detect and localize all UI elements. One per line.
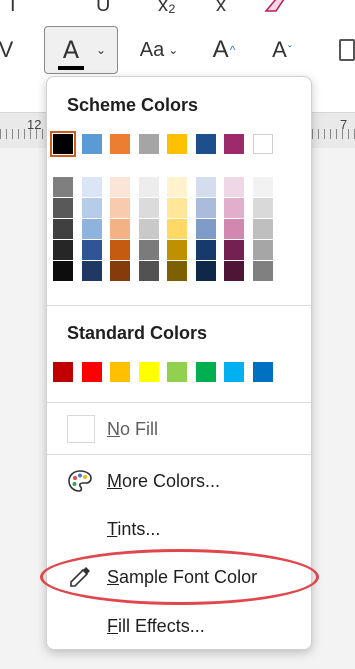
grow-font-button[interactable]: A ^ xyxy=(204,26,244,74)
tints-item[interactable]: Tints... xyxy=(47,506,311,552)
change-case-button[interactable]: Aa ⌄ xyxy=(132,26,186,74)
scheme-shade-swatch[interactable] xyxy=(252,219,273,239)
standard-colors-title: Standard Colors xyxy=(67,323,208,343)
font-color-button[interactable]: A ⌄ xyxy=(44,26,118,74)
scheme-color-swatch[interactable] xyxy=(81,134,102,154)
highlight-annotation xyxy=(40,549,319,605)
subscript-button[interactable]: x₂ xyxy=(158,0,176,17)
scheme-shade-swatch[interactable] xyxy=(195,219,216,239)
caret-up-icon: ^ xyxy=(229,43,236,57)
scheme-color-swatch[interactable] xyxy=(138,134,159,154)
ruler-number-left: 12 xyxy=(27,117,42,132)
scheme-shade-swatch[interactable] xyxy=(167,177,187,197)
scheme-shade-swatch[interactable] xyxy=(53,240,73,260)
scheme-shade-swatch[interactable] xyxy=(167,261,187,281)
font-color-icon: A xyxy=(56,36,86,70)
scheme-shade-swatch[interactable] xyxy=(110,177,130,197)
standard-color-swatch[interactable] xyxy=(81,362,102,382)
scheme-shade-swatch[interactable] xyxy=(195,261,216,281)
scheme-shade-swatch[interactable] xyxy=(138,261,159,281)
scheme-color-swatch[interactable] xyxy=(50,131,76,157)
text-effects-label: V xyxy=(0,37,14,62)
scheme-shade-swatch[interactable] xyxy=(81,177,102,197)
ribbon-top-row: I U x₂ x xyxy=(0,0,355,22)
standard-color-swatch[interactable] xyxy=(167,362,187,382)
scheme-shade-swatch[interactable] xyxy=(252,240,273,260)
scheme-color-swatch[interactable] xyxy=(167,134,187,154)
underline-button[interactable]: U xyxy=(96,0,110,17)
no-fill-item[interactable]: No Fill xyxy=(47,406,311,452)
scheme-shade-swatch[interactable] xyxy=(195,177,216,197)
scheme-shade-swatch[interactable] xyxy=(224,219,244,239)
ribbon-font-row: V A ⌄ Aa ⌄ A ^ Aˇ xyxy=(0,26,355,78)
scheme-shade-swatch[interactable] xyxy=(138,219,159,239)
document-icon xyxy=(339,39,355,61)
scheme-shade-swatch[interactable] xyxy=(167,240,187,260)
scheme-shade-swatch[interactable] xyxy=(252,261,273,281)
scheme-shade-swatch[interactable] xyxy=(110,198,130,218)
scheme-shade-swatch[interactable] xyxy=(195,198,216,218)
scheme-shade-swatch[interactable] xyxy=(81,261,102,281)
scheme-shade-swatch[interactable] xyxy=(224,261,244,281)
scheme-shade-swatch[interactable] xyxy=(110,240,130,260)
scheme-shade-swatch[interactable] xyxy=(138,240,159,260)
no-fill-swatch xyxy=(67,415,95,443)
shrink-font-button[interactable]: Aˇ xyxy=(262,26,302,74)
tints-label: Tints... xyxy=(107,518,161,539)
scheme-shade-swatch[interactable] xyxy=(252,177,273,197)
standard-color-swatch[interactable] xyxy=(110,362,130,382)
scheme-shade-swatch[interactable] xyxy=(138,177,159,197)
scheme-shade-swatch[interactable] xyxy=(81,198,102,218)
clear-formatting-button[interactable]: x xyxy=(216,0,226,17)
scheme-color-swatch[interactable] xyxy=(195,134,216,154)
fill-effects-label: Fill Effects... xyxy=(107,615,205,636)
change-case-label: Aa xyxy=(139,38,165,61)
no-fill-label: No Fill xyxy=(107,418,159,439)
more-colors-item[interactable]: More Colors... xyxy=(47,458,311,504)
scheme-shade-swatch[interactable] xyxy=(252,198,273,218)
standard-color-swatch[interactable] xyxy=(252,362,273,382)
scheme-shade-swatch[interactable] xyxy=(53,198,73,218)
separator xyxy=(47,402,311,403)
scheme-shade-swatch[interactable] xyxy=(110,261,130,281)
text-effects-button[interactable]: V xyxy=(0,26,18,74)
scheme-colors-title: Scheme Colors xyxy=(67,95,199,115)
standard-color-swatch[interactable] xyxy=(224,362,244,382)
chevron-down-icon: ⌄ xyxy=(95,43,107,57)
font-color-letter: A xyxy=(62,36,80,64)
scheme-shade-swatch[interactable] xyxy=(53,261,73,281)
standard-color-swatch[interactable] xyxy=(195,362,216,382)
scheme-shade-swatch[interactable] xyxy=(81,219,102,239)
scheme-shade-swatch[interactable] xyxy=(138,198,159,218)
palette-icon xyxy=(67,468,93,494)
scheme-shade-swatch[interactable] xyxy=(53,177,73,197)
scheme-shade-swatch[interactable] xyxy=(53,219,73,239)
scheme-shade-swatch[interactable] xyxy=(195,240,216,260)
scheme-shade-swatch[interactable] xyxy=(110,219,130,239)
scheme-shade-swatch[interactable] xyxy=(224,240,244,260)
separator xyxy=(47,454,311,455)
shrink-font-label: A xyxy=(272,37,287,62)
caret-down-icon: ˇ xyxy=(287,43,292,57)
ruler-number-right: 7 xyxy=(340,117,348,132)
separator xyxy=(47,305,311,306)
scheme-shade-swatch[interactable] xyxy=(167,198,187,218)
scheme-shade-swatch[interactable] xyxy=(81,240,102,260)
standard-color-swatch[interactable] xyxy=(53,362,73,382)
scheme-shade-swatch[interactable] xyxy=(167,219,187,239)
font-color-bar xyxy=(57,66,84,70)
scheme-color-swatch[interactable] xyxy=(224,134,244,154)
scheme-color-swatch[interactable] xyxy=(252,134,273,154)
scheme-shade-swatch[interactable] xyxy=(224,198,244,218)
grow-font-label: A xyxy=(212,36,229,63)
paragraph-button[interactable] xyxy=(336,26,355,74)
scheme-shade-swatch[interactable] xyxy=(224,177,244,197)
standard-color-swatch[interactable] xyxy=(138,362,159,382)
chevron-down-icon: ⌄ xyxy=(168,43,179,57)
scheme-color-swatch[interactable] xyxy=(110,134,130,154)
highlighter-icon[interactable] xyxy=(262,0,290,19)
italic-button[interactable]: I xyxy=(10,0,16,17)
fill-effects-item[interactable]: Fill Effects... xyxy=(47,603,311,649)
more-colors-label: More Colors... xyxy=(107,470,221,491)
